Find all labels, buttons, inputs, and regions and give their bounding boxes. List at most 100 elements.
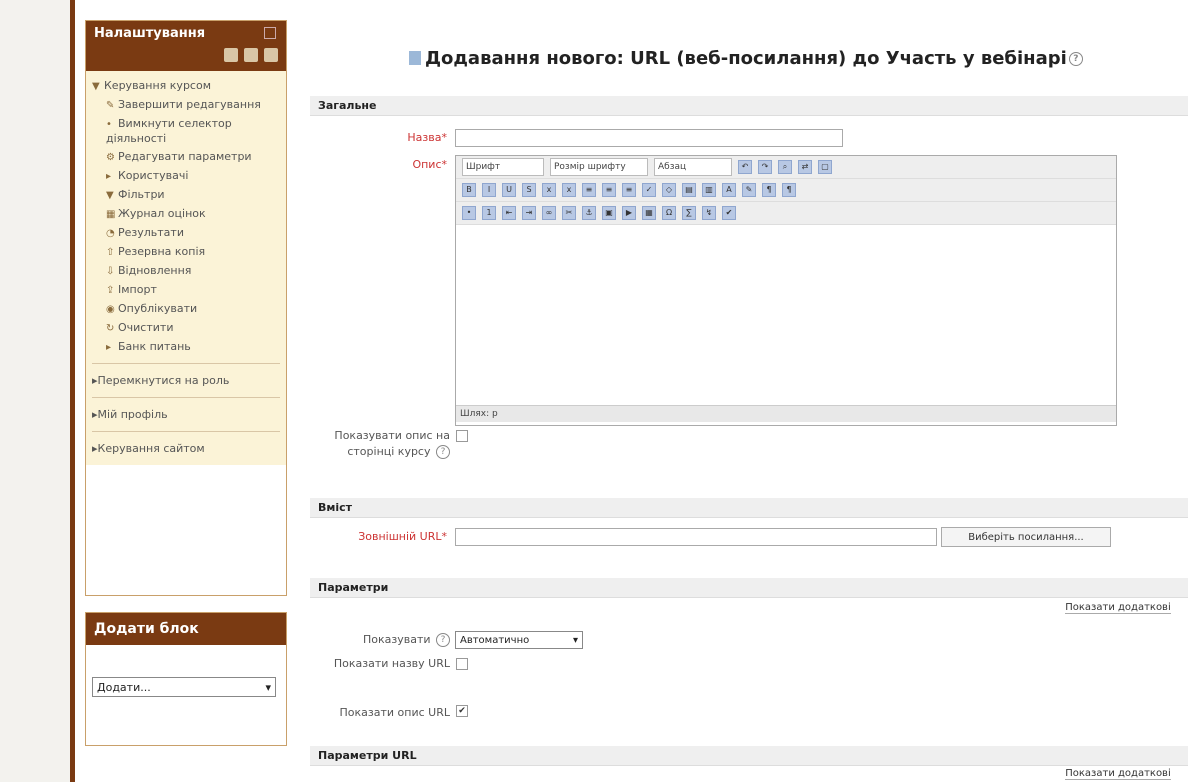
unlink-icon[interactable]: ✂ [562,206,576,220]
spellcheck-icon[interactable]: ✔ [722,206,736,220]
subscript-icon[interactable]: x [542,183,556,197]
special-char-icon[interactable]: Ω [662,206,676,220]
font-size-select[interactable]: Розмір шрифту [550,158,648,176]
divider [92,397,280,398]
show-url-desc-label: Показати опис URL [339,706,450,719]
external-url-input[interactable] [455,528,937,546]
block-actions [224,48,278,62]
tree-item[interactable]: ↻ Очистити [92,319,280,338]
nolink-icon[interactable]: ↯ [702,206,716,220]
section-general[interactable]: Загальне [310,96,1188,116]
font-select[interactable]: Шрифт [462,158,544,176]
show-url-name-checkbox[interactable] [456,658,468,670]
rtl-icon[interactable]: ¶ [782,183,796,197]
number-list-icon[interactable]: 1 [482,206,496,220]
settings-tree: ▼ Керування курсом ✎ Завершити редагування… [92,77,280,357]
align-left-icon[interactable]: ≡ [582,183,596,197]
settings-block-body: ▼ Керування курсом ✎ Завершити редагування… [86,71,286,465]
name-label: Назва* [407,131,447,144]
tree-item[interactable]: ▼ Фільтри [92,186,280,205]
image-icon[interactable]: ▣ [602,206,616,220]
globe-icon: ◉ [106,304,115,315]
help-icon[interactable]: ? [436,445,450,459]
add-block-select[interactable]: Додати... ▾ [92,677,276,697]
tree-item[interactable]: ⇧ Резервна копія [92,243,280,262]
show-more-button[interactable]: Показати додаткові [1049,598,1187,618]
chevron-down-icon: ▾ [572,634,578,646]
display-label: Показувати ? [310,633,450,647]
bullet-list-icon[interactable]: • [462,206,476,220]
paste-text-icon[interactable]: ▤ [682,183,696,197]
upload-icon: ⇧ [106,247,115,258]
strikethrough-icon[interactable]: S [522,183,536,197]
show-url-desc-checkbox[interactable]: ✔ [456,705,468,717]
url-icon [409,51,421,65]
tree-item[interactable]: ⇪ Імпорт [92,281,280,300]
delete-icon[interactable] [264,48,278,62]
display-select[interactable]: Автоматично ▾ [455,631,583,649]
pencil-icon: ✎ [106,100,115,111]
outdent-icon[interactable]: ⇤ [502,206,516,220]
section-url-params[interactable]: Параметри URL [310,746,1188,766]
move-icon[interactable] [224,48,238,62]
eraser-icon[interactable]: ◇ [662,183,676,197]
tree-item[interactable]: ⚙ Редагувати параметри [92,148,280,167]
gear-icon: ⚙ [106,152,115,163]
add-block-title: Додати блок [86,613,286,645]
settings-block-header: Налаштування [86,21,286,71]
tree-item[interactable]: ✎ Завершити редагування [92,96,280,115]
editor-textarea[interactable] [456,225,1116,405]
italic-icon[interactable]: I [482,183,496,197]
paragraph-select[interactable]: Абзац [654,158,732,176]
show-description-checkbox[interactable] [456,430,468,442]
show-description-label: Показувати опис на сторінці курсу ? [334,429,450,459]
external-url-label: Зовнішній URL* [358,530,447,543]
anchor-icon[interactable]: ⚓ [582,206,596,220]
choose-link-button[interactable]: Виберіть посилання... [941,527,1111,547]
editor-toolbar-2: B I U S x x ≡ ≡ ≡ ✓ ◇ ▤ ▥ A ✎ ¶ ¶ [456,179,1116,202]
configure-icon[interactable] [244,48,258,62]
tree-item[interactable]: ⇩ Відновлення [92,262,280,281]
table-insert-icon[interactable]: ▦ [642,206,656,220]
section-content[interactable]: Вміст [310,498,1188,518]
bold-icon[interactable]: B [462,183,476,197]
redo-icon[interactable]: ↷ [758,160,772,174]
name-input[interactable] [455,129,843,147]
tree-course-admin[interactable]: ▼ Керування курсом [92,77,280,96]
tree-item[interactable]: • Вимкнути селектор діяльності [92,115,280,148]
clean-icon[interactable]: ✓ [642,183,656,197]
help-icon[interactable]: ? [1068,52,1083,66]
tree-item[interactable]: ▸ Банк питань [92,338,280,357]
tree-item[interactable]: ◉ Опублікувати [92,300,280,319]
section-params[interactable]: Параметри [310,578,1188,598]
replace-icon[interactable]: ⇄ [798,160,812,174]
description-label: Опис* [412,158,447,171]
nav-my-profile[interactable]: ▸Мій профіль [92,404,280,425]
fullscreen-icon[interactable]: ▢ [818,160,832,174]
left-gutter [0,0,70,782]
tree-item[interactable]: ▦ Журнал оцінок [92,205,280,224]
help-icon[interactable]: ? [436,633,450,647]
indent-icon[interactable]: ⇥ [522,206,536,220]
settings-block: Налаштування ▼ Керування курсом ✎ Завершит… [85,20,287,596]
underline-icon[interactable]: U [502,183,516,197]
bg-color-icon[interactable]: ✎ [742,183,756,197]
paste-word-icon[interactable]: ▥ [702,183,716,197]
align-center-icon[interactable]: ≡ [602,183,616,197]
show-more-button-2[interactable]: Показати додаткові [1049,766,1187,782]
media-icon[interactable]: ▶ [622,206,636,220]
editor-toolbar-1: Шрифт Розмір шрифту Абзац ↶ ↷ ⌕ ⇄ ▢ [456,156,1116,179]
equation-icon[interactable]: ∑ [682,206,696,220]
undo-icon[interactable]: ↶ [738,160,752,174]
superscript-icon[interactable]: x [562,183,576,197]
tree-item[interactable]: ◔ Результати [92,224,280,243]
ltr-icon[interactable]: ¶ [762,183,776,197]
text-color-icon[interactable]: A [722,183,736,197]
tree-item[interactable]: ▸ Користувачі [92,167,280,186]
nav-switch-role[interactable]: ▸Перемкнутися на роль [92,370,280,391]
collapse-icon[interactable] [264,27,276,39]
link-icon[interactable]: ∞ [542,206,556,220]
nav-site-admin[interactable]: ▸Керування сайтом [92,438,280,459]
find-icon[interactable]: ⌕ [778,160,792,174]
align-right-icon[interactable]: ≡ [622,183,636,197]
